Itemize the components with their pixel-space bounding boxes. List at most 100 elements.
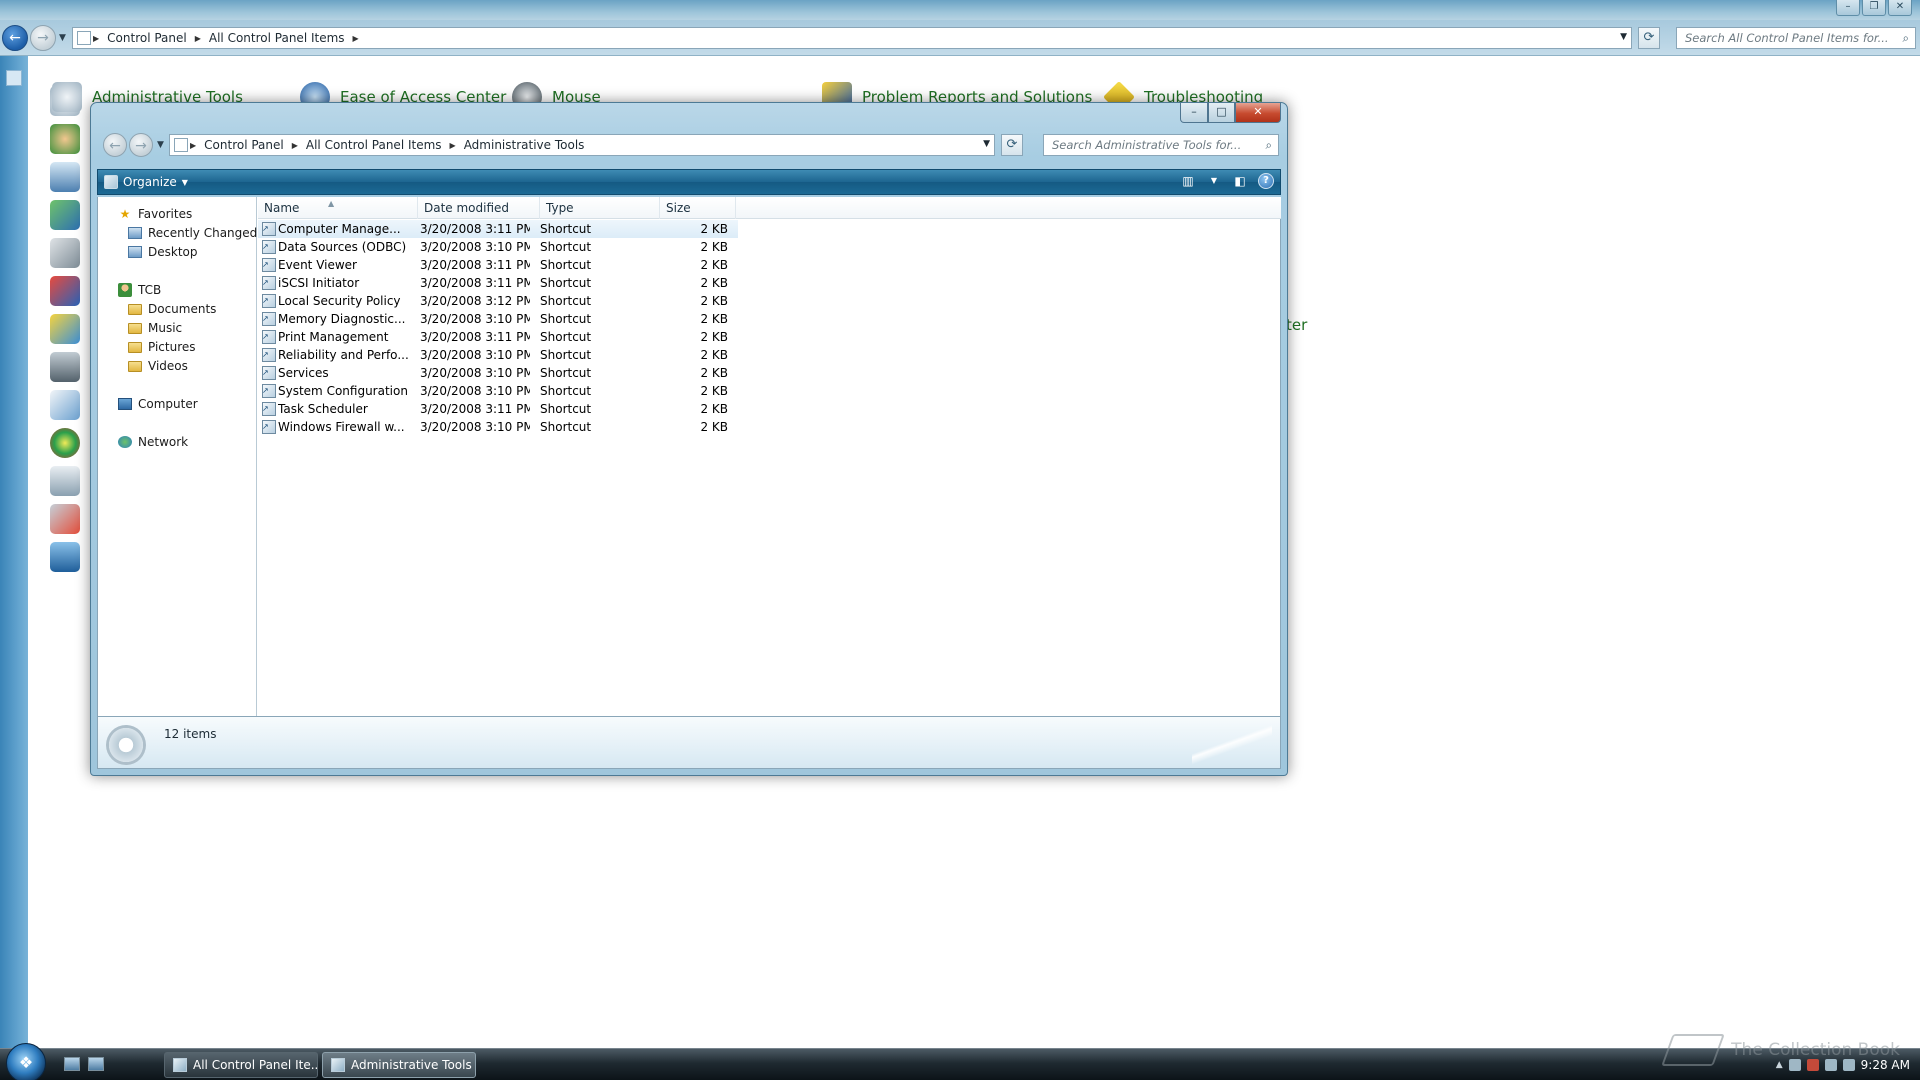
watermark: The Collection Book bbox=[1661, 1034, 1900, 1066]
cell-date: 3/20/2008 3:10 PM bbox=[420, 420, 530, 434]
nav-favorites[interactable]: ★ Favorites bbox=[118, 207, 193, 221]
network-icon bbox=[118, 436, 132, 448]
nav-music[interactable]: Music bbox=[128, 321, 182, 335]
table-row[interactable]: Local Security Policy 3/20/2008 3:12 PM Sh… bbox=[258, 292, 738, 310]
admin-tools-large-icon bbox=[106, 725, 146, 765]
cell-size: 2 KB bbox=[700, 222, 728, 236]
refresh-button[interactable]: ⟳ bbox=[1001, 134, 1023, 156]
browser-icon[interactable] bbox=[50, 428, 80, 458]
volume-icon[interactable] bbox=[1842, 1059, 1855, 1071]
device-icon[interactable] bbox=[50, 352, 80, 382]
network-tray-icon[interactable] bbox=[1824, 1059, 1837, 1071]
table-row[interactable]: Windows Firewall w... 3/20/2008 3:10 PM Sh… bbox=[258, 418, 738, 436]
close-button[interactable]: ✕ bbox=[1235, 103, 1281, 123]
column-header-size[interactable]: Size bbox=[660, 197, 736, 219]
phone-icon[interactable] bbox=[50, 466, 80, 496]
sort-ascending-icon: ▲ bbox=[328, 199, 335, 208]
table-row[interactable]: Task Scheduler 3/20/2008 3:11 PM Shortcut 2… bbox=[258, 400, 738, 418]
display-icon[interactable] bbox=[50, 162, 80, 192]
bg-back-button[interactable]: ← bbox=[2, 25, 28, 51]
minimize-button[interactable]: – bbox=[1180, 103, 1208, 123]
address-dropdown[interactable]: ▼ bbox=[983, 139, 990, 149]
cell-size: 2 KB bbox=[700, 240, 728, 254]
show-desktop-icon[interactable] bbox=[64, 1057, 80, 1071]
nav-recently-changed[interactable]: Recently Changed bbox=[128, 226, 257, 240]
search-input[interactable]: Search Administrative Tools for... ⌕ bbox=[1043, 134, 1279, 156]
column-header-name[interactable]: ▲ Name bbox=[258, 197, 418, 219]
monitor-icon[interactable] bbox=[50, 542, 80, 572]
nav-computer[interactable]: Computer bbox=[118, 397, 198, 411]
clock[interactable]: 9:28 AM bbox=[1861, 1058, 1910, 1072]
bg-address-bar[interactable]: ▶ Control Panel ▶ All Control Panel Item… bbox=[72, 27, 1632, 49]
help-icon[interactable]: ? bbox=[1258, 173, 1274, 189]
bg-forward-button[interactable]: → bbox=[30, 25, 56, 51]
bg-restore-button[interactable]: ❐ bbox=[1862, 0, 1886, 16]
color-icon[interactable] bbox=[50, 314, 80, 344]
address-bar[interactable]: ▶ Control Panel ▶ All Control Panel Item… bbox=[169, 134, 995, 156]
bg-minimize-button[interactable]: – bbox=[1836, 0, 1860, 16]
bg-search-input[interactable]: Search All Control Panel Items for... ⌕ bbox=[1676, 27, 1916, 49]
address-folder-icon bbox=[174, 138, 188, 152]
table-row[interactable]: Reliability and Perfo... 3/20/2008 3:10 P… bbox=[258, 346, 738, 364]
table-row[interactable]: iSCSI Initiator 3/20/2008 3:11 PM Shortcut… bbox=[258, 274, 738, 292]
fonts-icon[interactable] bbox=[50, 276, 80, 306]
nav-desktop[interactable]: Desktop bbox=[128, 245, 198, 259]
cell-size: 2 KB bbox=[700, 420, 728, 434]
breadcrumb-control-panel[interactable]: Control Panel bbox=[198, 138, 290, 152]
nav-pictures[interactable]: Pictures bbox=[128, 340, 196, 354]
table-row[interactable]: System Configuration 3/20/2008 3:10 PM Sho… bbox=[258, 382, 738, 400]
users-icon[interactable] bbox=[50, 124, 80, 154]
table-row[interactable]: Services 3/20/2008 3:10 PM Shortcut 2 KB bbox=[258, 364, 738, 382]
maximize-button[interactable]: □ bbox=[1208, 103, 1235, 123]
printer-icon[interactable] bbox=[50, 504, 80, 534]
nav-network[interactable]: Network bbox=[118, 435, 188, 449]
cell-date: 3/20/2008 3:11 PM bbox=[420, 222, 530, 236]
views-dropdown-icon[interactable]: ▼ bbox=[1206, 173, 1222, 189]
cell-size: 2 KB bbox=[700, 348, 728, 362]
star-icon: ★ bbox=[119, 207, 131, 221]
start-button[interactable]: ❖ bbox=[6, 1043, 46, 1080]
cell-name: Computer Manage... bbox=[278, 222, 401, 236]
cell-size: 2 KB bbox=[700, 384, 728, 398]
nav-videos[interactable]: Videos bbox=[128, 359, 188, 373]
cell-date: 3/20/2008 3:10 PM bbox=[420, 366, 530, 380]
taskbar-button-administrative-tools[interactable]: Administrative Tools bbox=[322, 1052, 476, 1078]
tools-icon[interactable] bbox=[50, 238, 80, 268]
table-row[interactable]: Print Management 3/20/2008 3:11 PM Shortcu… bbox=[258, 328, 738, 346]
table-row[interactable]: Memory Diagnostic... 3/20/2008 3:10 PM Sho… bbox=[258, 310, 738, 328]
back-button[interactable]: ← bbox=[103, 133, 127, 157]
organize-button[interactable]: Organize ▼ bbox=[104, 173, 188, 191]
bg-close-button[interactable]: ✕ bbox=[1888, 0, 1912, 16]
column-header-type[interactable]: Type bbox=[540, 197, 660, 219]
bg-refresh-button[interactable]: ⟳ bbox=[1638, 27, 1660, 49]
cell-size: 2 KB bbox=[700, 402, 728, 416]
nav-documents[interactable]: Documents bbox=[128, 302, 216, 316]
table-row[interactable]: Computer Manage... 3/20/2008 3:11 PM Short… bbox=[258, 220, 738, 238]
switch-windows-icon[interactable] bbox=[88, 1057, 104, 1071]
table-row[interactable]: Data Sources (ODBC) 3/20/2008 3:10 PM Shor… bbox=[258, 238, 738, 256]
bg-address-dropdown[interactable]: ▼ bbox=[1620, 32, 1627, 42]
tray-alert-icon[interactable] bbox=[1806, 1059, 1819, 1071]
recent-pages-dropdown[interactable]: ▼ bbox=[157, 140, 164, 150]
column-header-date[interactable]: Date modified bbox=[418, 197, 540, 219]
nav-user-tcb[interactable]: TCB bbox=[118, 283, 161, 297]
breadcrumb-all-items[interactable]: All Control Panel Items bbox=[300, 138, 448, 152]
cell-name: Services bbox=[278, 366, 329, 380]
bg-breadcrumb-control-panel[interactable]: Control Panel bbox=[101, 31, 193, 45]
admin-tools-icon bbox=[52, 82, 82, 112]
cell-type: Shortcut bbox=[540, 420, 592, 434]
show-hidden-icons-icon[interactable]: ▲ bbox=[1776, 1060, 1783, 1070]
breadcrumb-administrative-tools[interactable]: Administrative Tools bbox=[458, 138, 591, 152]
taskbar: ❖ All Control Panel Ite... Administrativ… bbox=[0, 1043, 1920, 1080]
forward-button[interactable]: → bbox=[129, 133, 153, 157]
programs-icon[interactable] bbox=[50, 200, 80, 230]
taskbar-button-control-panel[interactable]: All Control Panel Ite... bbox=[164, 1052, 318, 1078]
preview-pane-icon[interactable]: ◧ bbox=[1232, 173, 1248, 189]
views-icon[interactable]: ▥ bbox=[1180, 173, 1196, 189]
calendar-icon[interactable] bbox=[50, 390, 80, 420]
bg-breadcrumb-all-items[interactable]: All Control Panel Items bbox=[203, 31, 351, 45]
bg-recent-pages-dropdown[interactable]: ▼ bbox=[59, 33, 66, 43]
table-row[interactable]: Event Viewer 3/20/2008 3:11 PM Shortcut 2 K… bbox=[258, 256, 738, 274]
bg-title-bar: – ❐ ✕ bbox=[0, 0, 1920, 20]
tray-app-icon[interactable] bbox=[1788, 1059, 1801, 1071]
